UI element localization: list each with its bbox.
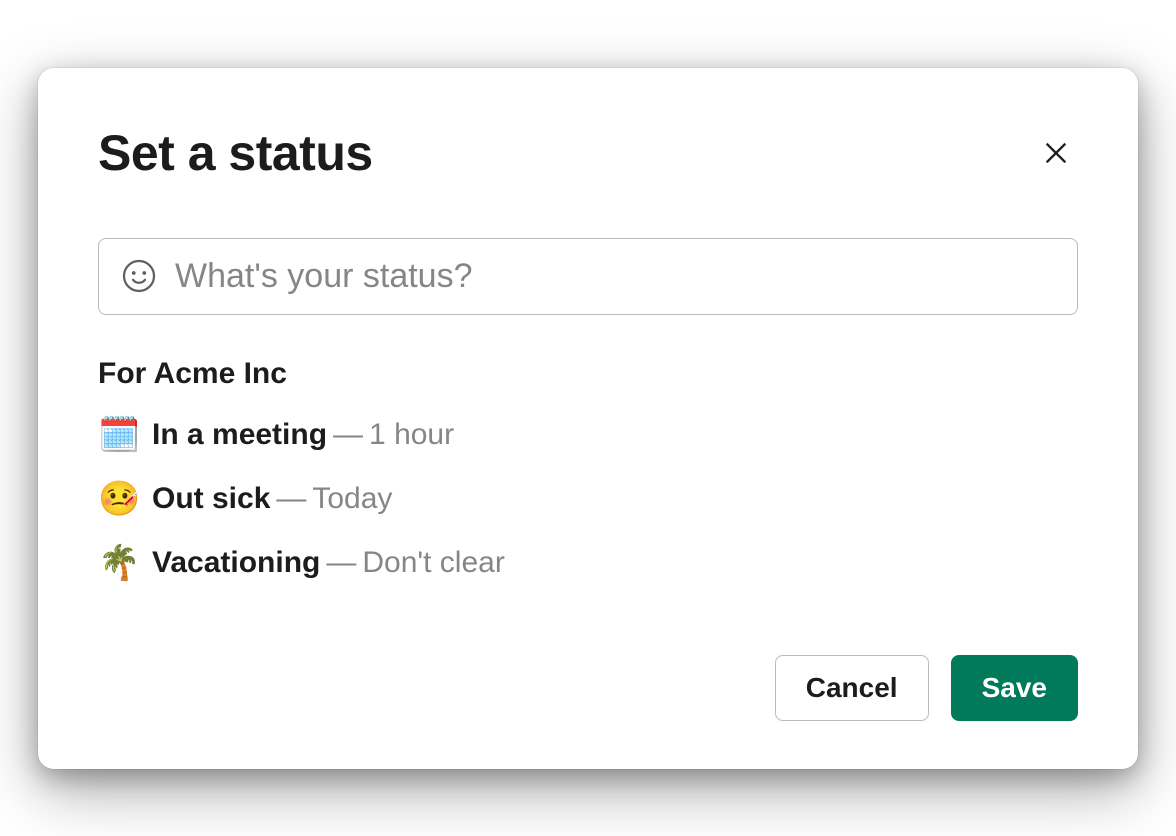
status-input-container	[98, 238, 1078, 315]
close-button[interactable]	[1034, 131, 1078, 175]
preset-item-meeting[interactable]: 🗓️ In a meeting — 1 hour	[98, 413, 1078, 457]
preset-separator: —	[326, 546, 356, 580]
smiley-icon	[121, 258, 157, 294]
preset-item-vacation[interactable]: 🌴 Vacationing — Don't clear	[98, 541, 1078, 585]
presets-label: For Acme Inc	[98, 357, 1078, 391]
preset-separator: —	[333, 418, 363, 452]
modal-title: Set a status	[98, 124, 373, 182]
preset-text: Out sick	[152, 482, 270, 516]
preset-separator: —	[276, 482, 306, 516]
preset-duration: 1 hour	[369, 418, 454, 452]
preset-duration: Today	[312, 482, 392, 516]
set-status-modal: Set a status For Acme Inc 🗓️ In a meetin…	[38, 68, 1138, 769]
calendar-icon: 🗓️	[98, 415, 152, 455]
modal-header: Set a status	[98, 124, 1078, 182]
preset-text: Vacationing	[152, 546, 320, 580]
preset-list: 🗓️ In a meeting — 1 hour 🤒 Out sick — To…	[98, 413, 1078, 585]
preset-item-sick[interactable]: 🤒 Out sick — Today	[98, 477, 1078, 521]
modal-footer: Cancel Save	[98, 655, 1078, 721]
close-icon	[1042, 139, 1070, 167]
preset-duration: Don't clear	[362, 546, 504, 580]
preset-text: In a meeting	[152, 418, 327, 452]
cancel-button[interactable]: Cancel	[775, 655, 929, 721]
status-input[interactable]	[175, 257, 1055, 296]
save-button[interactable]: Save	[951, 655, 1078, 721]
emoji-picker-button[interactable]	[121, 258, 157, 294]
sick-face-icon: 🤒	[98, 479, 152, 519]
palm-tree-icon: 🌴	[98, 543, 152, 583]
